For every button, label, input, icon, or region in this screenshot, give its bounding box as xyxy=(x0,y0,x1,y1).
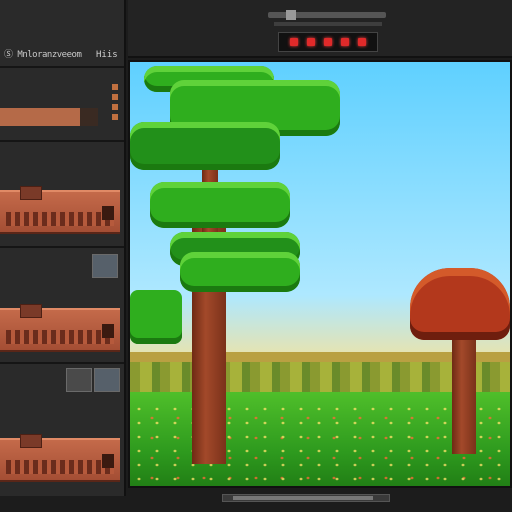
record-dot-icon xyxy=(323,38,332,46)
bush xyxy=(130,290,182,344)
tree-foliage xyxy=(130,122,280,170)
record-dot-icon xyxy=(341,38,350,46)
red-tree-canopy xyxy=(410,268,510,340)
layer-tab-icon xyxy=(20,304,42,318)
tree-foliage xyxy=(180,252,300,292)
marker-icons xyxy=(112,84,120,124)
progress-fill xyxy=(0,108,81,126)
layer-texture xyxy=(6,460,114,474)
divider xyxy=(0,140,124,142)
horizontal-scrollbar[interactable] xyxy=(222,494,390,502)
sidebar-title-right: Hiis xyxy=(96,50,118,60)
layer-thumbnail-1[interactable] xyxy=(0,186,120,234)
layer-tool-button[interactable] xyxy=(92,254,118,278)
app-window: Ⓢ Mnloranzveeom Hiis xyxy=(0,0,512,512)
divider xyxy=(0,362,124,364)
layer-tab-icon xyxy=(20,434,42,448)
layer-tool-button[interactable] xyxy=(94,368,120,392)
layer-thumbnail-2[interactable] xyxy=(0,304,120,352)
record-dot-icon xyxy=(358,38,367,46)
image-canvas[interactable] xyxy=(128,60,512,488)
layer-tab-icon xyxy=(20,186,42,200)
divider xyxy=(0,66,124,68)
record-dot-icon xyxy=(306,38,315,46)
layer-handle-icon[interactable] xyxy=(102,454,114,468)
record-dot-icon xyxy=(289,38,298,46)
layer-handle-icon[interactable] xyxy=(102,324,114,338)
top-toolbar xyxy=(128,0,512,58)
toolbar-strip xyxy=(274,22,382,26)
layer-progress-bar[interactable] xyxy=(0,108,98,126)
layers-sidebar: Ⓢ Mnloranzveeom Hiis xyxy=(0,0,126,496)
timeline-slider[interactable] xyxy=(268,10,386,20)
layer-handle-icon[interactable] xyxy=(102,206,114,220)
layer-texture xyxy=(6,212,114,226)
layer-texture xyxy=(6,330,114,344)
tree-foliage xyxy=(150,182,290,228)
record-indicator-bar[interactable] xyxy=(278,32,378,52)
layer-tool-button[interactable] xyxy=(66,368,92,392)
red-tree-trunk xyxy=(452,330,476,454)
divider xyxy=(0,246,124,248)
scrollbar-thumb[interactable] xyxy=(232,496,373,500)
slider-thumb[interactable] xyxy=(285,10,296,20)
layer-thumbnail-3[interactable] xyxy=(0,434,120,482)
sidebar-title: Ⓢ Mnloranzveeom xyxy=(4,50,82,60)
